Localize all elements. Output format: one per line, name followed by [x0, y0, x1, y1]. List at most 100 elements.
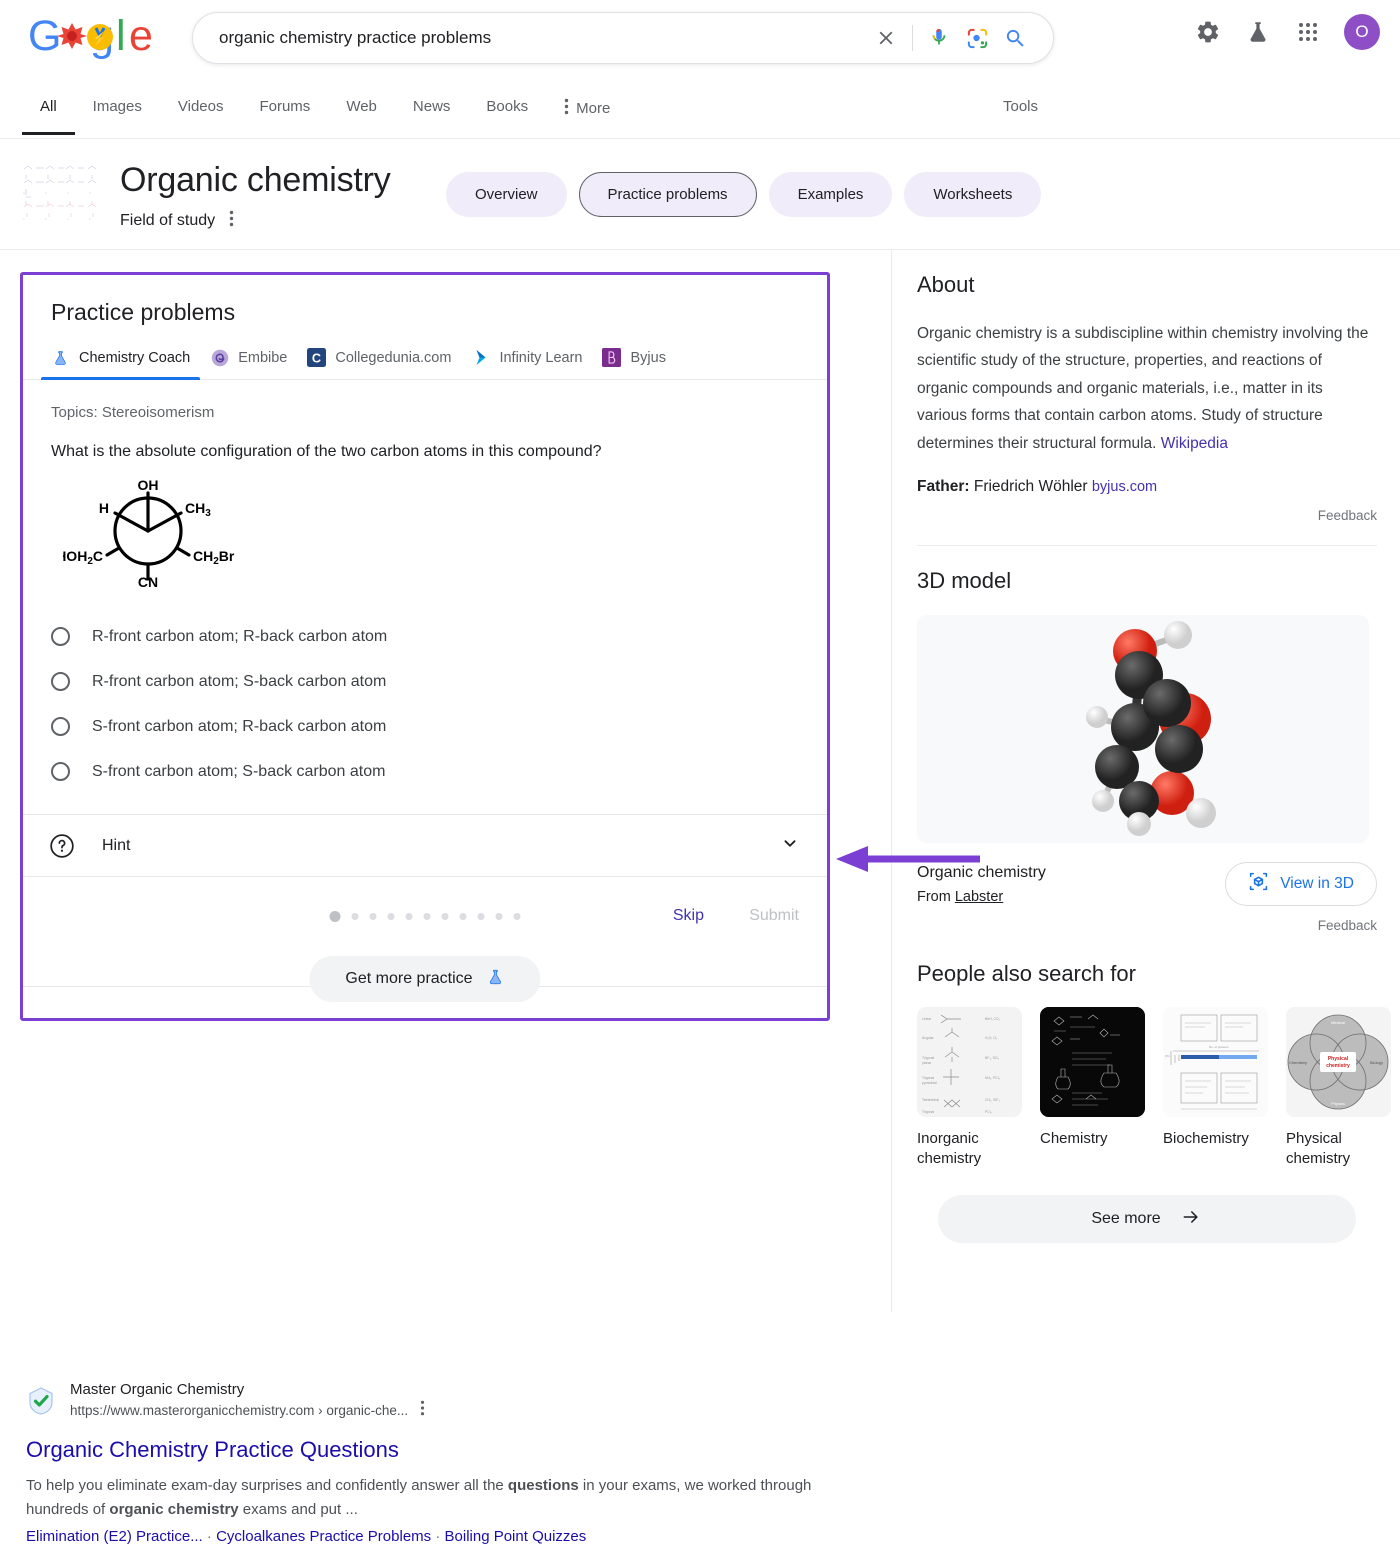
answer-option-2[interactable]: R-front carbon atom; S-back carbon atom: [23, 659, 827, 704]
svg-text:R: R: [23, 192, 25, 195]
provider-tab-byjus[interactable]: Byjus: [602, 348, 685, 379]
people-also-search-title: People also search for: [917, 961, 1136, 987]
pagination-dot[interactable]: [441, 913, 449, 921]
practice-problems-card: Practice problems Chemistry Coach Embibe…: [20, 272, 830, 1022]
result-menu-icon[interactable]: [420, 1400, 425, 1421]
apps-grid-icon[interactable]: [1294, 18, 1322, 46]
svg-text:(%): (%): [1165, 1054, 1170, 1058]
father-value: Friedrich Wöhler: [969, 478, 1092, 496]
svg-text:A: A: [23, 218, 25, 221]
svg-text:NH₃, PCl₃: NH₃, PCl₃: [985, 1076, 1001, 1080]
nav-tab-news[interactable]: News: [395, 80, 469, 132]
radio-icon[interactable]: [51, 762, 70, 782]
skip-button[interactable]: Skip: [673, 907, 704, 925]
answer-option-3[interactable]: S-front carbon atom; R-back carbon atom: [23, 704, 827, 749]
provider-tab-collegedunia[interactable]: C Collegedunia.com: [307, 348, 471, 379]
knowledge-menu-icon[interactable]: [229, 210, 234, 232]
knowledge-rail: About Organic chemistry is a subdiscipli…: [917, 250, 1391, 1244]
model-feedback-link[interactable]: Feedback: [917, 918, 1377, 933]
wikipedia-link[interactable]: Wikipedia: [1161, 435, 1228, 452]
check-badge-favicon: [26, 1386, 56, 1416]
pagination-dot[interactable]: [423, 913, 431, 921]
nav-tab-forums[interactable]: Forums: [241, 80, 328, 132]
provider-tab-chemistry-coach[interactable]: Chemistry Coach: [40, 348, 210, 380]
chevron-down-icon[interactable]: [779, 832, 801, 859]
sitelink-1[interactable]: Elimination (E2) Practice...: [26, 1528, 203, 1545]
pasf-item-physical-chemistry[interactable]: Physical chemistry Medical Physics Chemis…: [1286, 1007, 1391, 1168]
answer-option-1[interactable]: R-front carbon atom; R-back carbon atom: [23, 614, 827, 659]
father-source-link[interactable]: byjus.com: [1092, 479, 1157, 495]
salicylic-acid-3d-model[interactable]: [917, 615, 1369, 844]
see-more-button[interactable]: See more: [938, 1195, 1356, 1244]
submit-button[interactable]: Submit: [749, 907, 799, 925]
radio-icon[interactable]: [51, 672, 70, 692]
knowledge-chips: Overview Practice problems Examples Work…: [446, 172, 1042, 217]
close-icon[interactable]: [874, 26, 898, 50]
pasf-item-inorganic-chemistry[interactable]: Linear Angular Trigonal planar Trigonal pyra…: [917, 1007, 1022, 1168]
google-lens-icon[interactable]: [965, 26, 989, 50]
about-body: Organic chemistry is a subdiscipline wit…: [917, 320, 1377, 457]
pagination-dot[interactable]: [351, 913, 359, 921]
pasf-item-biochemistry[interactable]: (%) No. of proteins Biochemistry: [1163, 1007, 1268, 1168]
model-source-link[interactable]: Labster: [955, 889, 1003, 905]
provider-tabs: Chemistry Coach Embibe C Collegedunia.co…: [23, 326, 827, 380]
pagination-dot[interactable]: [369, 913, 377, 921]
svg-text:R: R: [67, 192, 69, 195]
nav-tab-videos[interactable]: Videos: [160, 80, 242, 132]
nav-tab-web[interactable]: Web: [328, 80, 395, 132]
tools-button[interactable]: Tools: [1003, 98, 1038, 115]
label-oh: OH: [138, 477, 159, 493]
pasf-label: Chemistry: [1040, 1130, 1108, 1148]
pagination-dot[interactable]: [495, 913, 503, 921]
answer-option-4[interactable]: S-front carbon atom; S-back carbon atom: [23, 749, 827, 794]
provider-tab-embibe[interactable]: Embibe: [210, 348, 307, 379]
svg-text:Trigonal: Trigonal: [922, 1076, 934, 1080]
google-logo[interactable]: G g l e ⚡: [28, 12, 166, 62]
flask-icon[interactable]: [1244, 18, 1272, 46]
pasf-item-chemistry[interactable]: Chemistry: [1040, 1007, 1145, 1168]
chip-overview[interactable]: Overview: [446, 172, 567, 217]
nav-more-button[interactable]: More: [546, 80, 628, 136]
pagination-dot[interactable]: [477, 913, 485, 921]
model-caption: Organic chemistry From Labster View in 3…: [917, 862, 1377, 907]
search-bar[interactable]: [192, 12, 1054, 64]
header-actions: O: [1194, 14, 1380, 50]
chip-practice-problems[interactable]: Practice problems: [578, 172, 757, 217]
search-input[interactable]: [193, 28, 874, 48]
nav-tab-books[interactable]: Books: [468, 80, 546, 132]
sitelink-2[interactable]: Cycloalkanes Practice Problems: [216, 1528, 431, 1545]
chemistry-structures-thumbnail[interactable]: R R R R A B C D: [20, 161, 103, 223]
chip-worksheets[interactable]: Worksheets: [904, 172, 1042, 217]
father-label: Father:: [917, 478, 970, 496]
nav-tab-all[interactable]: All: [22, 80, 75, 135]
sitelink-3[interactable]: Boiling Point Quizzes: [445, 1528, 587, 1545]
result-title[interactable]: Organic Chemistry Practice Questions: [26, 1436, 826, 1465]
pagination-dot-active[interactable]: [329, 911, 341, 923]
model-from-label: From: [917, 888, 955, 905]
nav-tab-images[interactable]: Images: [75, 80, 160, 132]
about-feedback-link[interactable]: Feedback: [917, 508, 1377, 523]
search-submit-icon[interactable]: [1003, 26, 1027, 50]
svg-text:B: B: [45, 218, 47, 221]
provider-label: Byjus: [630, 349, 666, 366]
microphone-icon[interactable]: [927, 26, 951, 50]
answer-option-label: S-front carbon atom; S-back carbon atom: [92, 762, 386, 780]
provider-tab-infinity-learn[interactable]: Infinity Learn: [471, 348, 602, 379]
newman-projection-diagram: OH H CH3 HOH2C CH2Br CN: [23, 463, 827, 592]
pagination-dot[interactable]: [513, 913, 521, 921]
chip-examples[interactable]: Examples: [768, 172, 893, 217]
pagination-dot[interactable]: [459, 913, 467, 921]
view-in-3d-button[interactable]: View in 3D: [1225, 862, 1377, 907]
nav-items: All Images Videos Forums Web News Books …: [22, 80, 628, 136]
gear-icon[interactable]: [1194, 18, 1222, 46]
svg-text:H₂O, O₃: H₂O, O₃: [985, 1036, 998, 1040]
get-more-practice-button[interactable]: Get more practice: [309, 956, 541, 1003]
svg-text:CH₄, SiF₄: CH₄, SiF₄: [985, 1098, 1000, 1102]
hint-row[interactable]: Hint: [23, 814, 827, 876]
radio-icon[interactable]: [51, 627, 70, 647]
result-url: https://www.masterorganicchemistry.com ›…: [70, 1400, 425, 1421]
radio-icon[interactable]: [51, 717, 70, 737]
pagination-dot[interactable]: [405, 913, 413, 921]
pagination-dot[interactable]: [387, 913, 395, 921]
avatar[interactable]: O: [1344, 14, 1380, 50]
